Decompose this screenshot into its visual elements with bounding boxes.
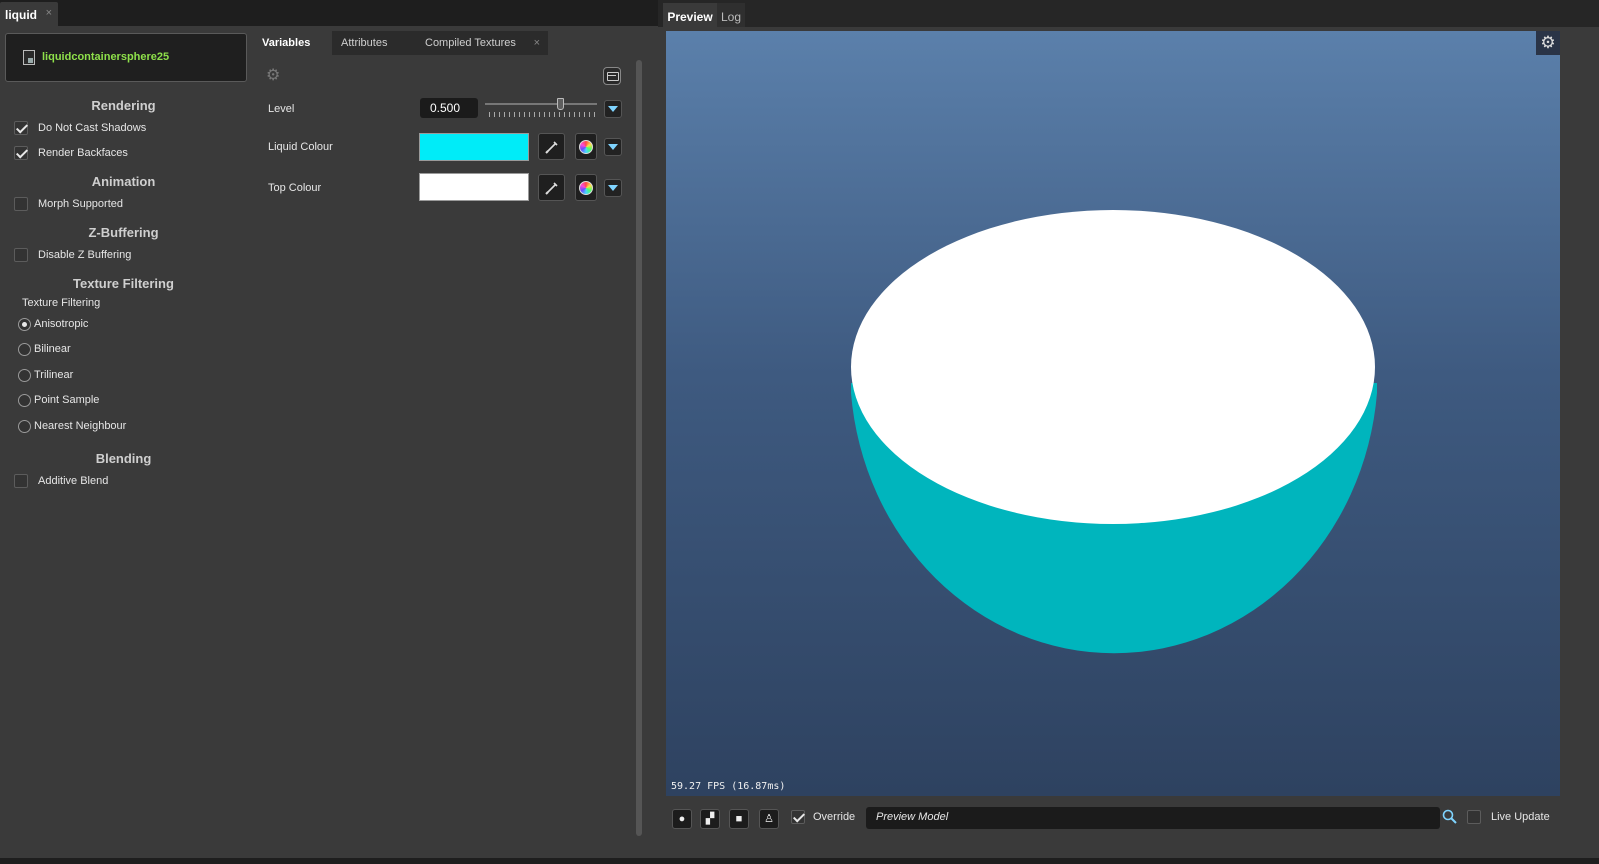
disable-z-buffering-label: Disable Z Buffering xyxy=(38,249,132,261)
preview-model-field[interactable]: Preview Model xyxy=(866,807,1440,829)
liquid-colour-label: Liquid Colour xyxy=(268,141,333,153)
liquid-sphere-render xyxy=(851,210,1377,654)
document-tab-bar: liquid × xyxy=(0,0,666,26)
preview-toolbar: ● ▞ ■ ♙ Override Preview Model Live Upda… xyxy=(658,805,1599,835)
preview-tab-bar: Preview Log xyxy=(658,0,1599,27)
fps-counter: 59.27 FPS (16.87ms) xyxy=(671,781,786,792)
render-backfaces-checkbox[interactable] xyxy=(14,146,28,160)
radio-button[interactable] xyxy=(18,420,31,433)
sphere-icon[interactable]: ● xyxy=(672,809,692,829)
do-not-cast-shadows-label: Do Not Cast Shadows xyxy=(38,122,147,134)
cube-icon[interactable]: ▞ xyxy=(700,809,720,829)
section-z-buffering-heading: Z-Buffering xyxy=(88,225,159,240)
level-value-input[interactable]: 0.500 xyxy=(420,98,478,118)
tab-label: liquid xyxy=(5,8,37,22)
level-label: Level xyxy=(268,103,295,115)
section-blending-heading: Blending xyxy=(95,451,152,466)
top-colour-swatch[interactable] xyxy=(419,173,529,201)
render-backfaces-label: Render Backfaces xyxy=(38,147,128,159)
variables-scrollbar[interactable] xyxy=(636,60,642,836)
live-update-label: Live Update xyxy=(1491,811,1550,823)
material-card[interactable]: liquidcontainersphere25 xyxy=(5,33,247,82)
viewport-settings-gear-icon[interactable]: ⚙ xyxy=(1536,31,1560,55)
override-checkbox[interactable] xyxy=(791,810,805,824)
tab-log[interactable]: Log xyxy=(717,3,745,27)
radio-button[interactable] xyxy=(18,343,31,356)
section-texture-filtering-heading: Texture Filtering xyxy=(73,276,174,291)
tab-liquid[interactable]: liquid × xyxy=(0,2,58,26)
liquid-eyedropper-icon[interactable] xyxy=(538,133,565,160)
tab-close-icon[interactable]: × xyxy=(534,37,540,49)
slider-ticks xyxy=(489,112,595,117)
tab-compiled-textures-label: Compiled Textures xyxy=(425,37,516,49)
collapse-all-icon[interactable] xyxy=(603,67,621,85)
preview-viewport[interactable]: ⚙ 59.27 FPS (16.87ms) xyxy=(666,31,1560,796)
top-eyedropper-icon[interactable] xyxy=(538,174,565,201)
override-label: Override xyxy=(813,811,856,823)
disable-z-buffering-checkbox[interactable] xyxy=(14,248,28,262)
morph-supported-label: Morph Supported xyxy=(38,198,123,210)
level-slider[interactable] xyxy=(485,98,597,118)
search-icon[interactable] xyxy=(1442,809,1458,825)
additive-blend-label: Additive Blend xyxy=(38,475,109,487)
additive-blend-checkbox[interactable] xyxy=(14,474,28,488)
figure-icon[interactable]: ♙ xyxy=(759,809,779,829)
tab-variables[interactable]: Variables xyxy=(252,31,332,55)
radio-label: Nearest Neighbour xyxy=(34,420,127,432)
material-editor-body: liquidcontainersphere25 Rendering Do Not… xyxy=(0,26,666,858)
radio-label: Bilinear xyxy=(34,343,71,355)
section-animation-heading: Animation xyxy=(91,174,156,189)
top-colour-label: Top Colour xyxy=(268,182,322,194)
tab-preview[interactable]: Preview xyxy=(663,3,717,27)
preview-window: Preview Log ⚙ 59.27 FPS (16.87ms) ● ▞ ■ … xyxy=(658,0,1599,864)
tab-compiled-textures[interactable]: Compiled Textures × xyxy=(416,31,548,55)
tab-attributes[interactable]: Attributes xyxy=(332,31,416,55)
slider-track xyxy=(485,103,597,105)
liquid-colour-dropdown-arrow-icon[interactable] xyxy=(604,138,622,156)
radio-button[interactable] xyxy=(18,318,31,331)
slider-thumb[interactable] xyxy=(556,98,564,110)
level-dropdown-arrow-icon[interactable] xyxy=(604,100,622,118)
texture-filtering-sublabel: Texture Filtering xyxy=(22,297,101,309)
top-colour-dropdown-arrow-icon[interactable] xyxy=(604,179,622,197)
plane-icon[interactable]: ■ xyxy=(729,809,749,829)
liquid-color-wheel-icon[interactable] xyxy=(575,133,597,160)
tab-close-icon[interactable]: × xyxy=(46,7,52,19)
section-rendering-heading: Rendering xyxy=(91,98,156,113)
radio-label: Anisotropic xyxy=(34,318,89,330)
liquid-colour-swatch[interactable] xyxy=(419,133,529,161)
radio-button[interactable] xyxy=(18,369,31,382)
top-color-wheel-icon[interactable] xyxy=(575,174,597,201)
material-editor-window: liquid × liquidcontainersphere25 Renderi… xyxy=(0,0,666,864)
radio-label: Trilinear xyxy=(34,369,74,381)
do-not-cast-shadows-checkbox[interactable] xyxy=(14,121,28,135)
liquid-top-surface xyxy=(851,210,1375,524)
material-file-icon xyxy=(23,50,35,65)
preview-body: ⚙ 59.27 FPS (16.87ms) ● ▞ ■ ♙ Override P… xyxy=(658,27,1599,858)
live-update-checkbox[interactable] xyxy=(1467,810,1481,824)
settings-gear-icon[interactable]: ⚙ xyxy=(266,68,282,84)
material-name: liquidcontainersphere25 xyxy=(42,51,170,63)
radio-button[interactable] xyxy=(18,394,31,407)
radio-label: Point Sample xyxy=(34,394,100,406)
morph-supported-checkbox[interactable] xyxy=(14,197,28,211)
